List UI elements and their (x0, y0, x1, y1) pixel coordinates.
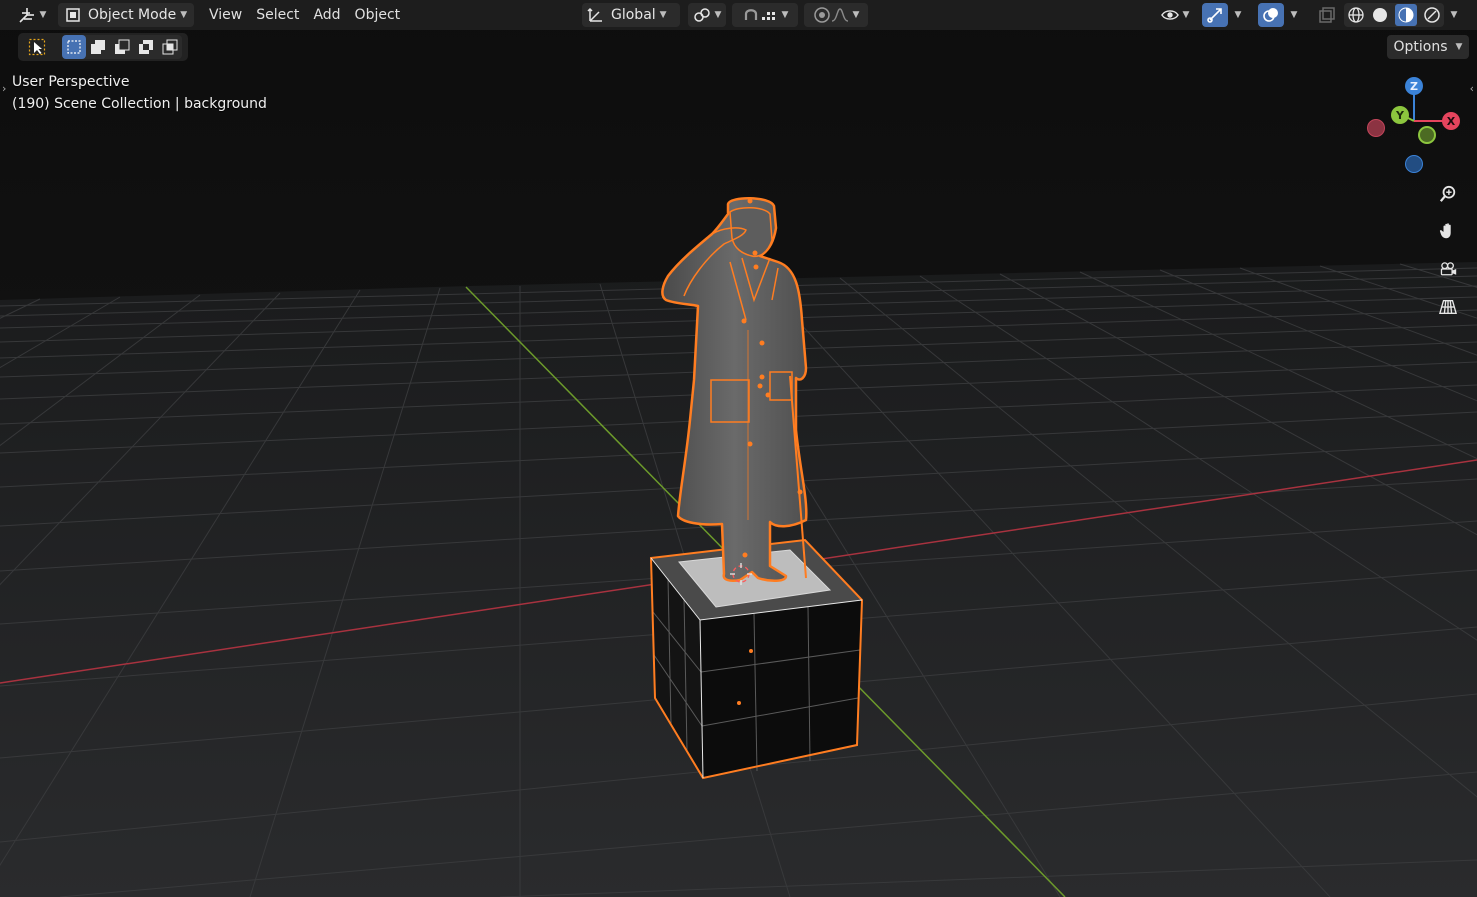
shading-group (1344, 3, 1444, 27)
snap-group[interactable]: ▼ (732, 3, 798, 27)
chevron-down-icon: ▼ (714, 10, 722, 20)
object-mode-label: Object Mode (88, 7, 177, 23)
gizmo-toggle[interactable] (1202, 3, 1228, 27)
select-mode-subtract-icon (113, 38, 131, 56)
shading-dropdown[interactable]: ▼ (1444, 3, 1464, 27)
visibility-icon (1160, 6, 1179, 24)
select-mode-extend[interactable] (86, 35, 110, 59)
pan-button[interactable] (1434, 217, 1462, 245)
overlay-icon (1262, 6, 1280, 24)
proportional-edit-icon (813, 6, 831, 24)
chevron-down-icon: ▼ (180, 10, 188, 20)
navigation-gizmo[interactable]: Z X Y (1360, 74, 1470, 176)
toolbar-expand-arrow[interactable]: › (2, 82, 6, 95)
chevron-down-icon: ▼ (1290, 10, 1298, 20)
chevron-down-icon: ▼ (1234, 10, 1242, 20)
snap-increment-icon (760, 6, 778, 24)
solid-shading-icon[interactable] (1371, 6, 1389, 24)
menu-select[interactable]: Select (249, 3, 306, 27)
rendered-shading-icon[interactable] (1423, 6, 1441, 24)
proportional-edit-group[interactable]: ▼ (804, 3, 868, 27)
chevron-down-icon: ▼ (39, 10, 47, 20)
chevron-down-icon: ▼ (1455, 42, 1463, 52)
pivot-dropdown[interactable]: ▼ (688, 3, 726, 27)
header-menus: View Select Add Object (202, 3, 407, 27)
chevron-down-icon: ▼ (852, 10, 860, 20)
gizmo-neg-z[interactable] (1405, 155, 1423, 173)
gizmo-x-label: X (1446, 114, 1456, 128)
select-mode-difference[interactable] (134, 35, 158, 59)
orientation-dropdown[interactable]: Global ▼ (582, 3, 680, 27)
options-label: Options (1393, 39, 1448, 55)
falloff-icon (831, 6, 849, 24)
pivot-icon (693, 6, 711, 24)
gizmo-x[interactable]: X (1442, 112, 1460, 130)
zoom-button[interactable] (1434, 180, 1462, 208)
pan-hand-icon (1439, 222, 1457, 240)
sidebar-expand-arrow[interactable]: ‹ (1470, 82, 1474, 95)
menu-add[interactable]: Add (306, 3, 347, 27)
ortho-toggle-button[interactable] (1434, 293, 1462, 321)
3d-viewport[interactable]: › ‹ User Perspective (190) Scene Collect… (0, 0, 1477, 897)
perspective-label: User Perspective (12, 74, 130, 90)
material-shading-icon[interactable] (1395, 4, 1417, 26)
overlay-dropdown[interactable]: ▼ (1284, 3, 1304, 27)
orientation-label: Global (611, 7, 656, 23)
gizmo-z[interactable]: Z (1405, 77, 1423, 95)
tool-settings-row (18, 33, 188, 61)
grid-ortho-icon (1439, 298, 1457, 316)
select-mode-group (62, 35, 182, 59)
scene-canvas[interactable] (0, 0, 1477, 897)
menu-object[interactable]: Object (348, 3, 408, 27)
overlay-toggle[interactable] (1258, 3, 1284, 27)
visibility-dropdown[interactable]: ▼ (1154, 3, 1196, 27)
gizmo-neg-x[interactable] (1367, 119, 1385, 137)
gizmo-neg-y[interactable] (1418, 126, 1436, 144)
editor-type-button[interactable]: ▼ (14, 3, 50, 27)
collection-label: (190) Scene Collection | background (12, 96, 267, 112)
select-mode-extend-icon (89, 38, 107, 56)
select-mode-new-icon (65, 38, 83, 56)
menu-view[interactable]: View (202, 3, 249, 27)
snap-icon (742, 6, 760, 24)
gizmo-dropdown[interactable]: ▼ (1228, 3, 1248, 27)
select-mode-subtract[interactable] (110, 35, 134, 59)
chevron-down-icon: ▼ (659, 10, 667, 20)
chevron-down-icon: ▼ (781, 10, 789, 20)
object-mode-icon (64, 6, 82, 24)
xray-toggle[interactable] (1314, 3, 1340, 27)
camera-view-icon (1439, 260, 1457, 278)
orientation-icon (587, 6, 605, 24)
editor-type-icon (18, 6, 36, 24)
gizmo-y-label: Y (1396, 108, 1404, 122)
gizmo-z-label: Z (1410, 79, 1418, 93)
select-mode-intersect-icon (161, 38, 179, 56)
gizmo-icon (1206, 6, 1224, 24)
wireframe-shading-icon[interactable] (1347, 6, 1365, 24)
xray-icon (1318, 6, 1336, 24)
select-tool-icon (28, 38, 46, 56)
select-mode-difference-icon (137, 38, 155, 56)
camera-view-button[interactable] (1434, 255, 1462, 283)
object-mode-dropdown[interactable]: Object Mode ▼ (58, 3, 194, 27)
select-mode-intersect[interactable] (158, 35, 182, 59)
gizmo-y[interactable]: Y (1391, 106, 1409, 124)
options-dropdown[interactable]: Options ▼ (1387, 35, 1469, 59)
select-tool-button[interactable] (24, 35, 50, 59)
viewport-header: ▼ Object Mode ▼ View Select Add Object G… (0, 0, 1477, 30)
chevron-down-icon: ▼ (1450, 10, 1458, 20)
chevron-down-icon: ▼ (1182, 10, 1190, 20)
select-mode-new[interactable] (62, 35, 86, 59)
zoom-icon (1439, 185, 1457, 203)
